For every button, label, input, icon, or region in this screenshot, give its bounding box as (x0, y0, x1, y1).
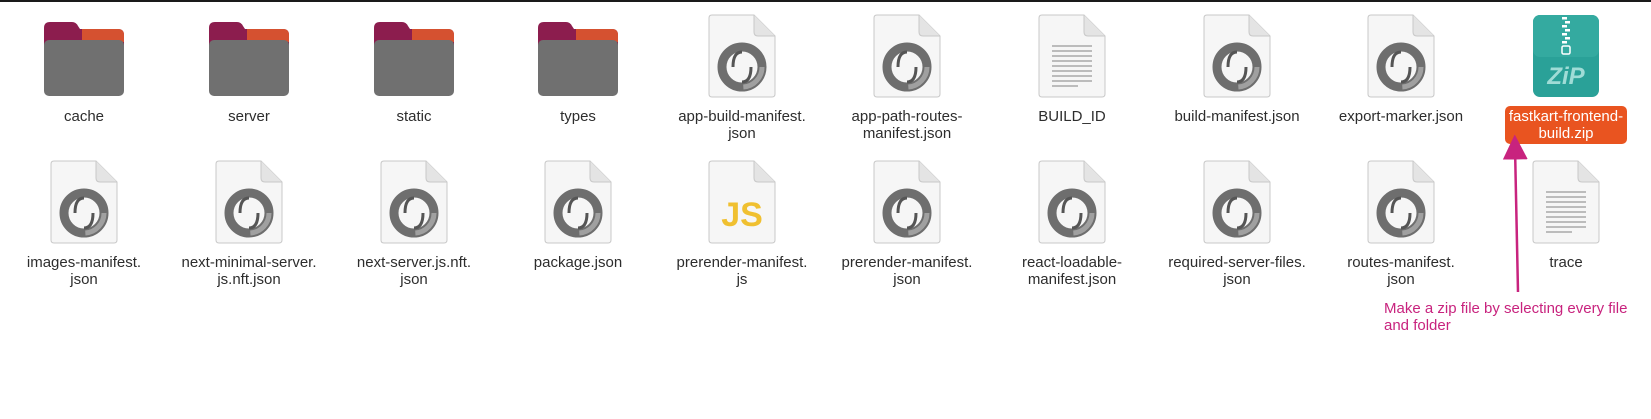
zip-archive-icon: ZiP (1491, 10, 1641, 98)
file-name-label: fastkart-frontend-build.zip (1504, 106, 1628, 144)
file-item[interactable]: app-path-routes-manifest.json (832, 10, 982, 144)
file-item[interactable]: export-marker.json (1326, 10, 1476, 127)
file-item[interactable]: images-manifest. json (9, 156, 159, 290)
file-name-label: app-build-manifest. json (678, 108, 806, 142)
json-file-icon (1326, 156, 1476, 244)
file-item[interactable]: routes-manifest. json (1326, 156, 1476, 290)
annotation-text: Make a zip file by selecting every file … (1384, 300, 1628, 334)
file-grid: cache server static types app-build-mani… (0, 0, 1651, 419)
file-item[interactable]: types (503, 10, 653, 127)
file-item[interactable]: trace (1491, 156, 1641, 273)
json-file-icon (339, 156, 489, 244)
file-name-label: required-server-files. json (1168, 254, 1306, 288)
svg-text:JS: JS (721, 196, 763, 234)
file-name-label: static (396, 108, 432, 125)
text-file-icon (997, 10, 1147, 98)
folder-icon (9, 10, 159, 98)
json-file-icon (503, 156, 653, 244)
file-name-label: next-minimal-server. js.nft.json (181, 254, 317, 288)
file-name-label: types (560, 108, 596, 125)
json-file-icon (832, 156, 982, 244)
file-item[interactable]: static (339, 10, 489, 127)
svg-text:ZiP: ZiP (1546, 63, 1585, 90)
file-item[interactable]: next-minimal-server. js.nft.json (174, 156, 324, 290)
text-file-icon (1491, 156, 1641, 244)
file-name-label: images-manifest. json (26, 254, 142, 288)
folder-icon (174, 10, 324, 98)
file-name-label: export-marker.json (1338, 108, 1464, 125)
json-file-icon (832, 10, 982, 98)
file-item[interactable]: JS prerender-manifest. js (667, 156, 817, 290)
file-item[interactable]: package.json (503, 156, 653, 273)
json-file-icon (667, 10, 817, 98)
json-file-icon (1326, 10, 1476, 98)
file-item[interactable]: build-manifest.json (1162, 10, 1312, 127)
file-item[interactable]: BUILD_ID (997, 10, 1147, 127)
file-item[interactable]: ZiP fastkart-frontend-build.zip (1491, 10, 1641, 144)
file-item[interactable]: next-server.js.nft. json (339, 156, 489, 290)
folder-icon (503, 10, 653, 98)
json-file-icon (1162, 10, 1312, 98)
file-name-label: server (228, 108, 270, 125)
file-name-label: prerender-manifest. json (841, 254, 973, 288)
file-item[interactable]: app-build-manifest. json (667, 10, 817, 144)
file-item[interactable]: react-loadable-manifest.json (997, 156, 1147, 290)
file-name-label: next-server.js.nft. json (356, 254, 472, 288)
file-name-label: BUILD_ID (1038, 108, 1106, 125)
file-item[interactable]: required-server-files. json (1162, 156, 1312, 290)
file-name-label: prerender-manifest. js (676, 254, 808, 288)
folder-icon (339, 10, 489, 98)
javascript-file-icon: JS (667, 156, 817, 244)
file-item[interactable]: cache (9, 10, 159, 127)
file-name-label: trace (1549, 254, 1583, 271)
file-name-label: react-loadable-manifest.json (1021, 254, 1123, 288)
file-item[interactable]: prerender-manifest. json (832, 156, 982, 290)
json-file-icon (1162, 156, 1312, 244)
file-name-label: cache (63, 108, 105, 125)
json-file-icon (174, 156, 324, 244)
json-file-icon (997, 156, 1147, 244)
json-file-icon (9, 156, 159, 244)
file-name-label: app-path-routes-manifest.json (851, 108, 963, 142)
file-name-label: build-manifest.json (1174, 108, 1300, 125)
file-name-label: package.json (533, 254, 623, 271)
file-item[interactable]: server (174, 10, 324, 127)
file-name-label: routes-manifest. json (1347, 254, 1455, 288)
